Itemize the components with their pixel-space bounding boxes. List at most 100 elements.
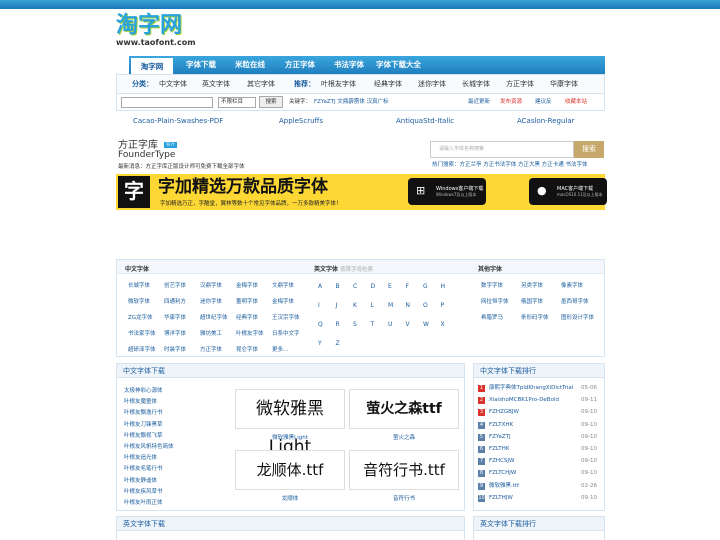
category-item[interactable]: 中文字体 — [159, 75, 187, 94]
rank-item[interactable]: 7 FZHCSJW 09-10 — [478, 457, 602, 467]
cn-font-link[interactable]: 雅坊美工 — [200, 329, 222, 337]
rank-item[interactable]: 2 XiaishoMCBK1Pro-DeBold 09-11 — [478, 396, 602, 406]
rank-name[interactable]: FZHZGBJW — [489, 408, 519, 417]
recommend-item[interactable]: 华康字体 — [550, 75, 578, 94]
font-thumb-caption[interactable]: 龙顺体 — [235, 494, 345, 502]
letter-link[interactable]: I — [318, 302, 320, 309]
category-item[interactable]: 其它字体 — [247, 75, 275, 94]
recommend-item[interactable]: 经典字体 — [374, 75, 402, 94]
other-font-link[interactable]: 数字字体 — [481, 281, 503, 289]
cn-font-link[interactable]: 金梅字体 — [236, 281, 258, 289]
letter-link[interactable]: U — [388, 321, 392, 328]
cn-download-item[interactable]: 太极神彩心源体 — [124, 386, 163, 394]
publish-link[interactable]: 发布资源 — [500, 94, 522, 110]
cn-font-link[interactable]: 董明字体 — [236, 297, 258, 305]
rank-name[interactable]: FZLTHJW — [489, 494, 513, 503]
cn-font-link[interactable]: 创艺字体 — [164, 281, 186, 289]
letter-link[interactable]: X — [441, 321, 445, 328]
letter-link[interactable]: N — [406, 302, 411, 309]
nav-founder[interactable]: 方正字体 — [285, 56, 315, 74]
letter-link[interactable]: Z — [336, 340, 340, 347]
cn-font-link[interactable]: 叶根友字体 — [236, 329, 264, 337]
cn-font-link[interactable]: 金梅字体 — [272, 297, 294, 305]
letter-link[interactable]: G — [423, 283, 428, 290]
cn-download-item[interactable]: 叶根友风帆特色简体 — [124, 442, 174, 450]
cn-font-link[interactable]: 博洋字体 — [164, 329, 186, 337]
cn-font-link[interactable]: 四通利方 — [164, 297, 186, 305]
font-thumb[interactable]: 龙顺体.ttf — [235, 450, 345, 490]
cn-download-item[interactable]: 叶根友疾风草书 — [124, 487, 163, 495]
site-logo[interactable]: 淘字网 www.taofont.com — [116, 14, 196, 50]
font-link[interactable]: Cacao-Plain-Swashes-PDF — [133, 117, 223, 125]
nav-font-download[interactable]: 字体下载 — [186, 56, 216, 74]
rank-name[interactable]: FZLTHK — [489, 445, 509, 454]
letter-link[interactable]: M — [388, 302, 393, 309]
letter-link[interactable]: K — [353, 302, 357, 309]
latest-update-link[interactable]: 最近更新 — [468, 94, 490, 110]
cn-font-link[interactable]: 经典字体 — [236, 313, 258, 321]
font-thumb[interactable]: 微软雅黑Light — [235, 389, 345, 457]
font-thumb-caption[interactable]: 微软雅黑Light — [235, 433, 345, 441]
cn-font-link[interactable]: 昆仑字体 — [236, 345, 258, 353]
font-thumb[interactable]: 萤火之森ttf — [349, 389, 459, 429]
cn-download-item[interactable]: 叶根友毛笔行书 — [124, 464, 163, 472]
rank-item[interactable]: 8 FZLTCHJW 09-10 — [478, 469, 602, 479]
recommend-item[interactable]: 方正字体 — [506, 75, 534, 94]
nav-home[interactable]: 淘字网 — [131, 56, 173, 74]
letter-link[interactable]: J — [336, 302, 338, 309]
category-item[interactable]: 英文字体 — [202, 75, 230, 94]
rank-name[interactable]: 康熙字典体TpldKhangXiDictTrial — [489, 384, 573, 393]
cn-font-link[interactable]: 微软字体 — [128, 297, 150, 305]
rank-item[interactable]: 6 FZLTHK 09-10 — [478, 445, 602, 455]
bookmark-link[interactable]: 收藏本站 — [565, 94, 587, 110]
other-font-link[interactable]: 条形码字体 — [521, 313, 549, 321]
nav-all-fonts[interactable]: 字体下载大全 — [376, 56, 421, 74]
recommend-item[interactable]: 叶根友字体 — [321, 75, 356, 94]
cn-download-item[interactable]: 叶根友飘逸行书 — [124, 408, 163, 416]
font-thumb-caption[interactable]: 萤火之森 — [349, 433, 459, 441]
font-thumb-caption[interactable]: 音符行书 — [349, 494, 459, 502]
letter-link[interactable]: C — [353, 283, 357, 290]
ad-banner[interactable]: 字+ 字加精选万款品质字体 字加精选万正，字酷堂，翼林等数十个常见字体品牌，一万… — [116, 174, 607, 233]
cn-download-item[interactable]: 叶根友魔童体 — [124, 397, 157, 405]
other-font-link[interactable]: 墨西哥字体 — [561, 297, 589, 305]
cn-font-link[interactable]: 超研泽字体 — [128, 345, 156, 353]
cn-font-link[interactable]: 超世纪字体 — [200, 313, 228, 321]
rank-name[interactable]: XiaishoMCBK1Pro-DeBold — [489, 396, 559, 405]
letter-link[interactable]: E — [388, 283, 392, 290]
cn-font-link[interactable]: 文鼎字体 — [272, 281, 294, 289]
rank-item[interactable]: 4 FZLTXHK 09-10 — [478, 421, 602, 431]
letter-link[interactable]: Y — [318, 340, 322, 347]
letter-link[interactable]: L — [371, 302, 374, 309]
letter-link[interactable]: V — [406, 321, 410, 328]
cn-download-item[interactable]: 叶根友静谧体 — [124, 476, 157, 484]
mac-download-button[interactable]: ● MAC客户端下载 macOS10.11及以上版本 — [529, 178, 607, 205]
cn-download-item[interactable]: 叶根友刀锋黑草 — [124, 420, 163, 428]
letter-link[interactable]: W — [423, 321, 429, 328]
founder-news[interactable]: 最新消息：方正字库正版设计师可免费下载全部字体 — [118, 162, 245, 170]
search-input[interactable] — [121, 97, 213, 108]
other-font-link[interactable]: 希腊罗马 — [481, 313, 503, 321]
cn-font-link[interactable]: 王汉宗字体 — [272, 313, 300, 321]
other-font-link[interactable]: 像素字体 — [561, 281, 583, 289]
cn-font-link[interactable]: 书法家字体 — [128, 329, 156, 337]
other-font-link[interactable]: 图形设计字体 — [561, 313, 594, 321]
cn-font-link[interactable]: 方正字体 — [200, 345, 222, 353]
font-link[interactable]: AppleScruffs — [279, 117, 323, 125]
cn-font-link[interactable]: 华康字体 — [164, 313, 186, 321]
column-select[interactable]: 不限栏目 — [218, 97, 256, 108]
search-button[interactable]: 搜索 — [259, 96, 283, 108]
rank-name[interactable]: FZHCSJW — [489, 457, 514, 466]
rank-item[interactable]: 9 微软雅黑.ttf 02-26 — [478, 482, 602, 492]
font-link[interactable]: AntiquaStd-Italic — [396, 117, 454, 125]
letter-link[interactable]: B — [336, 283, 340, 290]
letter-link[interactable]: T — [371, 321, 375, 328]
letter-link[interactable]: R — [336, 321, 340, 328]
letter-link[interactable]: H — [441, 283, 446, 290]
letter-link[interactable]: F — [406, 283, 409, 290]
font-thumb[interactable]: 音符行书.ttf — [349, 450, 459, 490]
cn-download-item[interactable]: 叶根友飘视飞草 — [124, 431, 163, 439]
cn-font-link[interactable]: 更多... — [272, 345, 288, 353]
cn-font-link[interactable]: 时装字体 — [164, 345, 186, 353]
cn-font-link[interactable]: 长城字体 — [128, 281, 150, 289]
